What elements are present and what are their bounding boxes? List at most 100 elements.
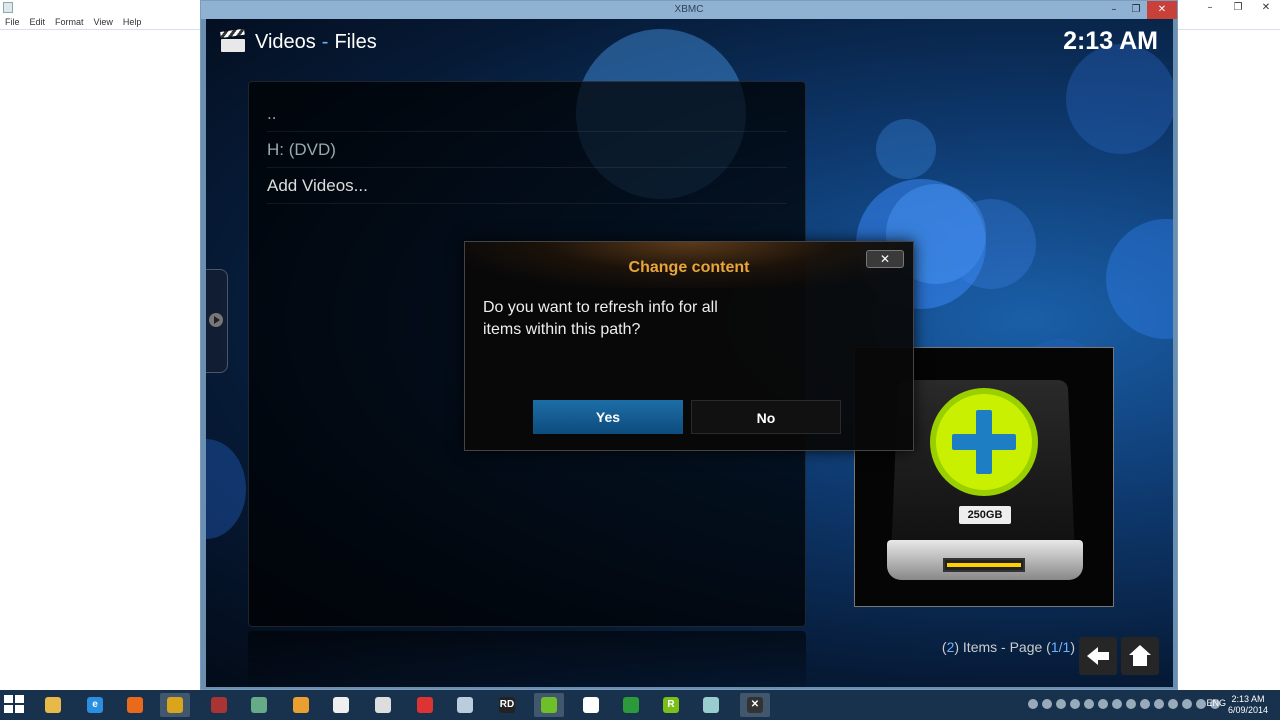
taskbar-app-app-10[interactable] (410, 693, 440, 717)
taskbar-app-app-6[interactable] (244, 693, 274, 717)
taskbar-app-app-5[interactable] (204, 693, 234, 717)
item-count: (2) Items - Page (1/1) (941, 639, 1075, 655)
dialog-title: Change content (628, 259, 750, 276)
menu-format[interactable]: Format (50, 15, 89, 29)
bokeh-decoration (876, 119, 936, 179)
clock: 2:13 AM (1063, 27, 1158, 55)
taskbar-date: 6/09/2014 (1227, 705, 1268, 715)
dialog-message: Do you want to refresh info for all item… (483, 299, 718, 338)
side-menu-tab[interactable] (206, 269, 228, 373)
taskbar-app-firefox[interactable] (120, 693, 150, 717)
back-button[interactable] (1079, 637, 1117, 675)
taskbar-time: 2:13 AM (1231, 694, 1265, 704)
language-indicator[interactable]: ENG (1206, 698, 1226, 708)
start-button[interactable] (4, 695, 26, 715)
bokeh-decoration (1066, 44, 1173, 154)
notepad-close-button[interactable]: ✕ (1252, 0, 1280, 15)
bokeh-decoration (946, 199, 1036, 289)
tray-icon[interactable] (1042, 699, 1052, 709)
tray-icon[interactable] (1168, 699, 1178, 709)
panel-reflection (248, 631, 806, 687)
app-6-icon (251, 697, 267, 713)
chrome-icon (167, 697, 183, 713)
remote-desktop-icon: RD (499, 697, 515, 713)
taskbar-app-app-17[interactable] (696, 693, 726, 717)
yes-button[interactable]: Yes (533, 400, 683, 434)
breadcrumb-separator: - (321, 30, 329, 53)
divider (1176, 29, 1280, 30)
minimize-button[interactable]: – (1103, 1, 1125, 19)
list-item-add-videos[interactable]: Add Videos... (267, 168, 787, 204)
maximize-button[interactable]: ❐ (1125, 1, 1147, 19)
menu-file[interactable]: File (0, 15, 25, 29)
bokeh-decoration (206, 439, 246, 539)
tray-icon[interactable] (1182, 699, 1192, 709)
tray-icon[interactable] (1112, 699, 1122, 709)
tray-icon[interactable] (1084, 699, 1094, 709)
xbmc-content: Videos - Files 2:13 AM .. H: (DVD) Add V… (206, 19, 1173, 687)
taskbar-app-xbmc[interactable]: ✕ (740, 693, 770, 717)
taskbar-app-file-explorer[interactable] (38, 693, 68, 717)
page-subtitle: Files (334, 30, 377, 53)
no-button[interactable]: No (691, 400, 841, 434)
taskbar-app-app-14[interactable] (576, 693, 606, 717)
app-17-icon (703, 697, 719, 713)
notepad-menubar: File Edit Format View Help (0, 15, 146, 29)
app-8-icon (333, 697, 349, 713)
tray-icon[interactable] (1028, 699, 1038, 709)
app-10-icon (417, 697, 433, 713)
tray-icon[interactable] (1140, 699, 1150, 709)
page-title: Videos (255, 30, 316, 53)
notepad-maximize-button[interactable]: ❐ (1224, 0, 1252, 15)
taskbar-app-app-7[interactable] (286, 693, 316, 717)
notepad-icon (3, 2, 13, 13)
drive-label: 250GB (959, 506, 1011, 524)
taskbar-app-app-11[interactable] (450, 693, 480, 717)
close-button[interactable]: ✕ (1147, 1, 1177, 19)
xbmc-titlebar: XBMC – ❐ ✕ (201, 1, 1177, 19)
tray-icon[interactable] (1154, 699, 1164, 709)
menu-edit[interactable]: Edit (25, 15, 51, 29)
app-7-icon (293, 697, 309, 713)
taskbar-clock[interactable]: 2:13 AM 6/09/2014 (1228, 694, 1268, 716)
bokeh-decoration (1106, 219, 1173, 339)
taskbar-app-remote-desktop[interactable]: RD (492, 693, 522, 717)
app-14-icon (583, 697, 599, 713)
tray-icon[interactable] (1126, 699, 1136, 709)
window-controls: – ❐ ✕ (1103, 1, 1177, 19)
nvidia-icon (541, 697, 557, 713)
app-9-icon (375, 697, 391, 713)
back-arrow-icon (1087, 647, 1109, 665)
taskbar-app-chrome[interactable] (160, 693, 190, 717)
list-item-parent[interactable]: .. (267, 96, 787, 132)
xbmc-icon: ✕ (747, 697, 763, 713)
file-explorer-icon (45, 697, 61, 713)
tray-icon[interactable] (1196, 699, 1206, 709)
notepad-minimize-button[interactable]: – (1196, 0, 1224, 15)
taskbar-app-app-15[interactable] (616, 693, 646, 717)
page-number: 1/1 (1050, 639, 1071, 655)
taskbar-app-internet-explorer[interactable]: e (80, 693, 110, 717)
taskbar-app-app-9[interactable] (368, 693, 398, 717)
system-tray (1028, 699, 1220, 709)
tray-icon[interactable] (1098, 699, 1108, 709)
list-item-dvd[interactable]: H: (DVD) (267, 132, 787, 168)
tray-icon[interactable] (1070, 699, 1080, 709)
app-5-icon (211, 697, 227, 713)
home-button[interactable] (1121, 637, 1159, 675)
tray-icon[interactable] (1056, 699, 1066, 709)
hard-drive-add-icon: 250GB (885, 376, 1085, 586)
item-count-number: 2 (946, 639, 955, 655)
clapperboard-icon (220, 28, 247, 52)
change-content-dialog: Change content ✕ Do you want to refresh … (464, 241, 914, 451)
dialog-close-button[interactable]: ✕ (866, 250, 904, 268)
app-11-icon (457, 697, 473, 713)
taskbar-app-app-8[interactable] (326, 693, 356, 717)
window-title: XBMC (674, 4, 704, 15)
menu-view[interactable]: View (89, 15, 118, 29)
internet-explorer-icon: e (87, 697, 103, 713)
menu-help[interactable]: Help (118, 15, 147, 29)
taskbar-app-app-16[interactable]: R (656, 693, 686, 717)
chevron-right-icon (209, 313, 223, 327)
taskbar-app-nvidia[interactable] (534, 693, 564, 717)
